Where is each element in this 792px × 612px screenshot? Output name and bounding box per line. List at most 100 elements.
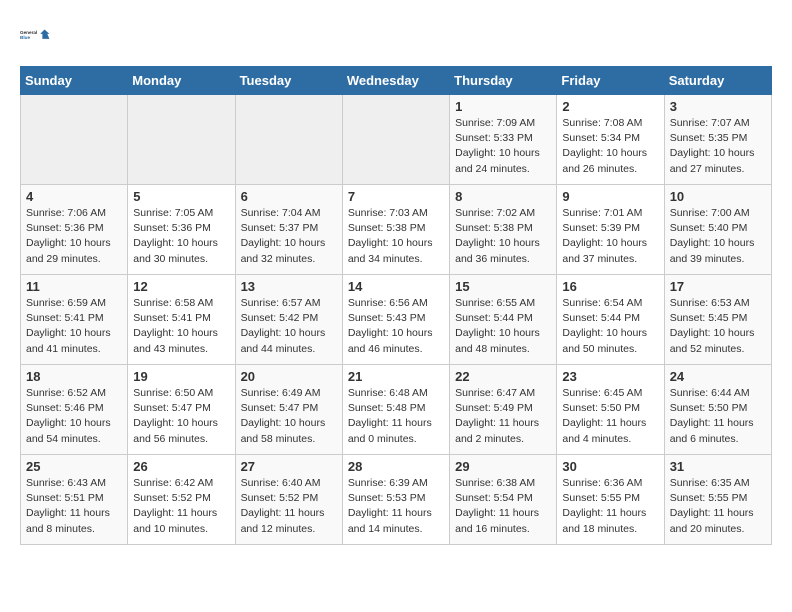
day-info: Sunrise: 6:39 AMSunset: 5:53 PMDaylight:… bbox=[348, 476, 444, 537]
svg-text:General: General bbox=[20, 30, 37, 35]
day-info: Sunrise: 6:35 AMSunset: 5:55 PMDaylight:… bbox=[670, 476, 766, 537]
day-info: Sunrise: 7:06 AMSunset: 5:36 PMDaylight:… bbox=[26, 206, 122, 267]
day-number: 14 bbox=[348, 279, 444, 294]
calendar-day-header: Friday bbox=[557, 67, 664, 95]
day-info: Sunrise: 6:43 AMSunset: 5:51 PMDaylight:… bbox=[26, 476, 122, 537]
logo: GeneralBlue bbox=[20, 20, 50, 50]
day-info: Sunrise: 6:44 AMSunset: 5:50 PMDaylight:… bbox=[670, 386, 766, 447]
day-info: Sunrise: 6:56 AMSunset: 5:43 PMDaylight:… bbox=[348, 296, 444, 357]
calendar-week-row: 11 Sunrise: 6:59 AMSunset: 5:41 PMDayligh… bbox=[21, 275, 772, 365]
calendar-day-header: Wednesday bbox=[342, 67, 449, 95]
calendar-table: SundayMondayTuesdayWednesdayThursdayFrid… bbox=[20, 66, 772, 545]
day-info: Sunrise: 6:49 AMSunset: 5:47 PMDaylight:… bbox=[241, 386, 337, 447]
day-number: 18 bbox=[26, 369, 122, 384]
day-info: Sunrise: 7:08 AMSunset: 5:34 PMDaylight:… bbox=[562, 116, 658, 177]
calendar-day-header: Sunday bbox=[21, 67, 128, 95]
day-info: Sunrise: 7:01 AMSunset: 5:39 PMDaylight:… bbox=[562, 206, 658, 267]
calendar-day-cell: 23 Sunrise: 6:45 AMSunset: 5:50 PMDayligh… bbox=[557, 365, 664, 455]
calendar-day-cell: 19 Sunrise: 6:50 AMSunset: 5:47 PMDayligh… bbox=[128, 365, 235, 455]
calendar-day-cell: 11 Sunrise: 6:59 AMSunset: 5:41 PMDayligh… bbox=[21, 275, 128, 365]
calendar-week-row: 18 Sunrise: 6:52 AMSunset: 5:46 PMDayligh… bbox=[21, 365, 772, 455]
day-info: Sunrise: 7:09 AMSunset: 5:33 PMDaylight:… bbox=[455, 116, 551, 177]
day-number: 31 bbox=[670, 459, 766, 474]
calendar-week-row: 1 Sunrise: 7:09 AMSunset: 5:33 PMDaylight… bbox=[21, 95, 772, 185]
calendar-day-cell: 15 Sunrise: 6:55 AMSunset: 5:44 PMDayligh… bbox=[450, 275, 557, 365]
day-number: 20 bbox=[241, 369, 337, 384]
day-info: Sunrise: 6:45 AMSunset: 5:50 PMDaylight:… bbox=[562, 386, 658, 447]
day-info: Sunrise: 7:02 AMSunset: 5:38 PMDaylight:… bbox=[455, 206, 551, 267]
calendar-day-cell: 16 Sunrise: 6:54 AMSunset: 5:44 PMDayligh… bbox=[557, 275, 664, 365]
calendar-day-cell: 18 Sunrise: 6:52 AMSunset: 5:46 PMDayligh… bbox=[21, 365, 128, 455]
day-number: 29 bbox=[455, 459, 551, 474]
calendar-day-cell bbox=[235, 95, 342, 185]
calendar-day-header: Monday bbox=[128, 67, 235, 95]
calendar-day-cell: 30 Sunrise: 6:36 AMSunset: 5:55 PMDayligh… bbox=[557, 455, 664, 545]
calendar-day-cell: 29 Sunrise: 6:38 AMSunset: 5:54 PMDayligh… bbox=[450, 455, 557, 545]
calendar-week-row: 4 Sunrise: 7:06 AMSunset: 5:36 PMDaylight… bbox=[21, 185, 772, 275]
day-number: 3 bbox=[670, 99, 766, 114]
calendar-day-header: Thursday bbox=[450, 67, 557, 95]
day-number: 2 bbox=[562, 99, 658, 114]
day-number: 28 bbox=[348, 459, 444, 474]
day-number: 26 bbox=[133, 459, 229, 474]
day-number: 10 bbox=[670, 189, 766, 204]
calendar-day-header: Tuesday bbox=[235, 67, 342, 95]
calendar-day-cell: 9Sunrise: 7:01 AMSunset: 5:39 PMDaylight… bbox=[557, 185, 664, 275]
calendar-day-cell: 3Sunrise: 7:07 AMSunset: 5:35 PMDaylight… bbox=[664, 95, 771, 185]
calendar-day-cell bbox=[342, 95, 449, 185]
calendar-day-cell bbox=[21, 95, 128, 185]
day-info: Sunrise: 6:58 AMSunset: 5:41 PMDaylight:… bbox=[133, 296, 229, 357]
calendar-day-cell: 27Sunrise: 6:40 AMSunset: 5:52 PMDayligh… bbox=[235, 455, 342, 545]
calendar-day-cell: 28 Sunrise: 6:39 AMSunset: 5:53 PMDayligh… bbox=[342, 455, 449, 545]
day-info: Sunrise: 6:52 AMSunset: 5:46 PMDaylight:… bbox=[26, 386, 122, 447]
day-number: 16 bbox=[562, 279, 658, 294]
day-number: 25 bbox=[26, 459, 122, 474]
calendar-day-cell: 8Sunrise: 7:02 AMSunset: 5:38 PMDaylight… bbox=[450, 185, 557, 275]
day-number: 19 bbox=[133, 369, 229, 384]
day-number: 30 bbox=[562, 459, 658, 474]
day-number: 1 bbox=[455, 99, 551, 114]
day-info: Sunrise: 6:50 AMSunset: 5:47 PMDaylight:… bbox=[133, 386, 229, 447]
calendar-day-cell: 2 Sunrise: 7:08 AMSunset: 5:34 PMDaylight… bbox=[557, 95, 664, 185]
day-info: Sunrise: 6:57 AMSunset: 5:42 PMDaylight:… bbox=[241, 296, 337, 357]
calendar-day-cell: 12 Sunrise: 6:58 AMSunset: 5:41 PMDayligh… bbox=[128, 275, 235, 365]
calendar-day-cell: 17Sunrise: 6:53 AMSunset: 5:45 PMDayligh… bbox=[664, 275, 771, 365]
calendar-day-cell: 20 Sunrise: 6:49 AMSunset: 5:47 PMDayligh… bbox=[235, 365, 342, 455]
calendar-day-cell: 7Sunrise: 7:03 AMSunset: 5:38 PMDaylight… bbox=[342, 185, 449, 275]
day-number: 13 bbox=[241, 279, 337, 294]
day-number: 11 bbox=[26, 279, 122, 294]
day-info: Sunrise: 6:59 AMSunset: 5:41 PMDaylight:… bbox=[26, 296, 122, 357]
calendar-day-cell: 13 Sunrise: 6:57 AMSunset: 5:42 PMDayligh… bbox=[235, 275, 342, 365]
day-info: Sunrise: 6:48 AMSunset: 5:48 PMDaylight:… bbox=[348, 386, 444, 447]
day-number: 4 bbox=[26, 189, 122, 204]
calendar-day-cell: 22 Sunrise: 6:47 AMSunset: 5:49 PMDayligh… bbox=[450, 365, 557, 455]
day-number: 22 bbox=[455, 369, 551, 384]
day-info: Sunrise: 6:55 AMSunset: 5:44 PMDaylight:… bbox=[455, 296, 551, 357]
page-header: GeneralBlue bbox=[20, 20, 772, 50]
calendar-day-cell: 26Sunrise: 6:42 AMSunset: 5:52 PMDayligh… bbox=[128, 455, 235, 545]
day-number: 15 bbox=[455, 279, 551, 294]
calendar-day-cell: 1 Sunrise: 7:09 AMSunset: 5:33 PMDaylight… bbox=[450, 95, 557, 185]
day-number: 7 bbox=[348, 189, 444, 204]
day-number: 23 bbox=[562, 369, 658, 384]
day-info: Sunrise: 7:05 AMSunset: 5:36 PMDaylight:… bbox=[133, 206, 229, 267]
calendar-day-cell: 4 Sunrise: 7:06 AMSunset: 5:36 PMDaylight… bbox=[21, 185, 128, 275]
calendar-day-cell: 5Sunrise: 7:05 AMSunset: 5:36 PMDaylight… bbox=[128, 185, 235, 275]
svg-text:Blue: Blue bbox=[20, 35, 30, 40]
day-info: Sunrise: 6:40 AMSunset: 5:52 PMDaylight:… bbox=[241, 476, 337, 537]
calendar-day-cell: 14 Sunrise: 6:56 AMSunset: 5:43 PMDayligh… bbox=[342, 275, 449, 365]
day-info: Sunrise: 6:38 AMSunset: 5:54 PMDaylight:… bbox=[455, 476, 551, 537]
day-number: 17 bbox=[670, 279, 766, 294]
day-number: 21 bbox=[348, 369, 444, 384]
day-number: 24 bbox=[670, 369, 766, 384]
day-info: Sunrise: 6:47 AMSunset: 5:49 PMDaylight:… bbox=[455, 386, 551, 447]
day-info: Sunrise: 6:36 AMSunset: 5:55 PMDaylight:… bbox=[562, 476, 658, 537]
calendar-header-row: SundayMondayTuesdayWednesdayThursdayFrid… bbox=[21, 67, 772, 95]
day-info: Sunrise: 7:00 AMSunset: 5:40 PMDaylight:… bbox=[670, 206, 766, 267]
calendar-day-cell: 25 Sunrise: 6:43 AMSunset: 5:51 PMDayligh… bbox=[21, 455, 128, 545]
day-info: Sunrise: 6:54 AMSunset: 5:44 PMDaylight:… bbox=[562, 296, 658, 357]
day-number: 6 bbox=[241, 189, 337, 204]
calendar-day-cell: 6Sunrise: 7:04 AMSunset: 5:37 PMDaylight… bbox=[235, 185, 342, 275]
calendar-day-cell bbox=[128, 95, 235, 185]
day-number: 12 bbox=[133, 279, 229, 294]
